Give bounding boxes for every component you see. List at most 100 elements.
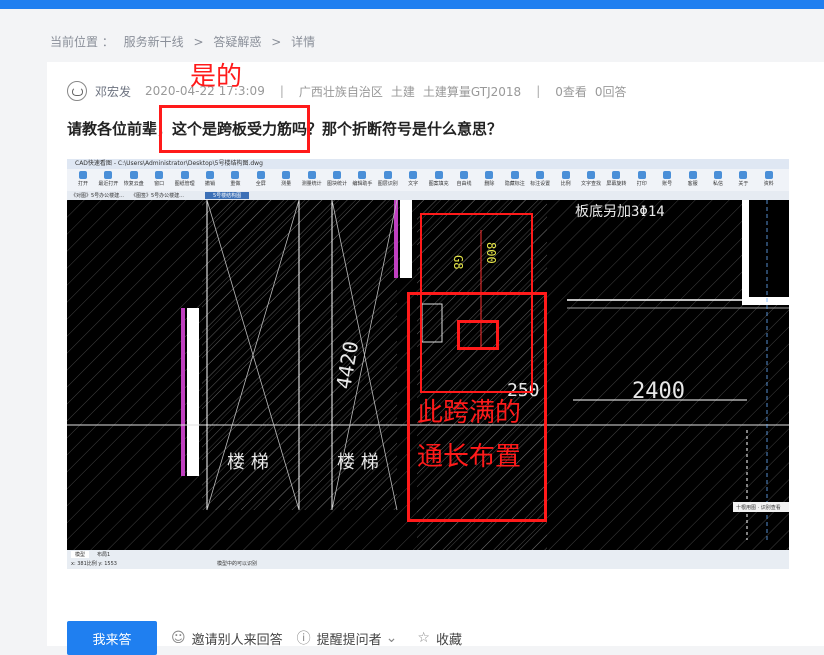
cad-toolbar-label: 全屏 bbox=[255, 181, 266, 187]
toolbar-icon bbox=[663, 171, 672, 179]
cad-toolbar-button[interactable]: 客服 bbox=[681, 171, 705, 187]
answer-button[interactable]: 我来答 bbox=[67, 621, 157, 655]
cad-toolbar-button[interactable]: 最近打开 bbox=[96, 171, 120, 187]
post-time: :09 bbox=[245, 84, 265, 98]
wall bbox=[181, 308, 185, 476]
cad-toolbar-label: 删除 bbox=[484, 181, 495, 187]
cad-toolbar-button[interactable]: 私信 bbox=[706, 171, 730, 187]
invite-action[interactable]: ☺ 邀请别人来回答 bbox=[171, 629, 283, 648]
cad-toolbar-button[interactable]: 删除 bbox=[477, 171, 501, 187]
cad-toolbar-label: 屏幕旋转 bbox=[606, 181, 627, 187]
chevron-down-icon: ⌄ bbox=[385, 630, 398, 646]
cad-toolbar-label: 客服 bbox=[687, 181, 698, 187]
cad-model-tab[interactable]: 模型 bbox=[71, 551, 90, 558]
toolbar-icon bbox=[536, 171, 545, 179]
toolbar-icon bbox=[409, 171, 418, 179]
cad-toolbar-button[interactable]: 资料 bbox=[757, 171, 781, 187]
cad-window-title: CAD快速看图 - C:\Users\Administrator\Desktop… bbox=[67, 159, 789, 169]
cad-toolbar-label: 隐藏标注 bbox=[504, 181, 525, 187]
post-meta: 邓宏发 2020-04-22 17:3:09 | 广西壮族自治区 土建 土建算量… bbox=[67, 81, 627, 101]
cad-toolbar-button[interactable]: 撤销 bbox=[198, 171, 222, 187]
invite-label: 邀请别人来回答 bbox=[191, 632, 283, 648]
breadcrumb-label: 当前位置 ： bbox=[50, 35, 114, 49]
view-count: 0查看 bbox=[555, 84, 587, 99]
cad-float-label: 十根用图 · 识别查看 bbox=[736, 504, 781, 511]
cad-layout-tab[interactable]: 布局1 bbox=[97, 551, 110, 558]
toolbar-icon bbox=[688, 171, 697, 179]
star-icon: ☆ bbox=[417, 630, 430, 646]
top-accent-bar bbox=[0, 0, 824, 9]
toolbar-icon bbox=[739, 171, 748, 179]
breadcrumb-item-service[interactable]: 服务新干线 bbox=[124, 35, 184, 49]
toolbar-icon bbox=[434, 171, 443, 179]
post-major: 土建 bbox=[390, 84, 415, 99]
cad-toolbar-label: 恢复云盘 bbox=[123, 181, 144, 187]
toolbar-icon bbox=[307, 171, 316, 179]
cad-toolbar-button[interactable]: 账号 bbox=[655, 171, 679, 187]
cad-toolbar-button[interactable]: 文字查找 bbox=[579, 171, 603, 187]
cad-tab-active[interactable]: 5号楼结构图 bbox=[205, 192, 250, 199]
cad-toolbar-label: 打印 bbox=[636, 181, 647, 187]
cad-statusbar: 模型 布局1 x: 381比例 y: 1553 模型中的可以识别 bbox=[67, 550, 789, 569]
cad-toolbar-button[interactable]: 图层识别 bbox=[376, 171, 400, 187]
cad-toolbar-label: 比例 bbox=[560, 181, 571, 187]
author-name[interactable]: 邓宏发 bbox=[95, 83, 131, 100]
toolbar-icon bbox=[79, 171, 87, 179]
breadcrumb-item-detail: 详情 bbox=[291, 35, 316, 49]
avatar[interactable] bbox=[67, 81, 87, 101]
cad-toolbar-label: 测量统计 bbox=[301, 181, 322, 187]
cad-toolbar-button[interactable]: 重做 bbox=[223, 171, 247, 187]
remind-label: 提醒提问者 bbox=[316, 632, 382, 648]
meta-divider: | bbox=[279, 84, 284, 98]
cad-toolbar-button[interactable]: 恢复云盘 bbox=[122, 171, 146, 187]
cad-toolbar-label: 打开 bbox=[77, 181, 88, 187]
question-card: 邓宏发 2020-04-22 17:3:09 | 广西壮族自治区 土建 土建算量… bbox=[47, 62, 824, 655]
toolbar-icon bbox=[637, 171, 646, 179]
cad-toolbar-label: 编辑助手 bbox=[352, 181, 373, 187]
cad-toolbar-label: 撤销 bbox=[204, 181, 215, 187]
cad-toolbar-button[interactable]: 隐藏标注 bbox=[503, 171, 527, 187]
toolbar-icon bbox=[333, 171, 341, 179]
cad-toolbar: 打开 最近打开 恢复云盘 窗口 图纸管理 撤销 重做 全屏 测量 测量统计 图块统计 编辑助手 图层识别… bbox=[67, 169, 789, 192]
cad-toolbar-button[interactable]: 标注设置 bbox=[528, 171, 552, 187]
cad-toolbar-label: 图层识别 bbox=[377, 181, 398, 187]
remind-action[interactable]: ⓘ 提醒提问者 ⌄ bbox=[297, 628, 404, 648]
cad-toolbar-button[interactable]: 图块统计 bbox=[325, 171, 349, 187]
cad-toolbar-button[interactable]: 测量 bbox=[274, 171, 298, 187]
user-icon: ☺ bbox=[171, 630, 186, 646]
collect-action[interactable]: ☆ 收藏 bbox=[417, 629, 462, 648]
cad-toolbar-button[interactable]: 全屏 bbox=[249, 171, 273, 187]
cad-toolbar-label: 关于 bbox=[738, 181, 749, 187]
cad-toolbar-button[interactable]: 测量统计 bbox=[300, 171, 324, 187]
toolbar-icon bbox=[206, 171, 214, 179]
cad-tabs: 《对图》5号办公楼建... 《图签》5号办公楼建... 5号楼结构图 bbox=[67, 191, 789, 200]
cad-toolbar-button[interactable]: 图案填充 bbox=[427, 171, 451, 187]
cad-toolbar-label: 资料 bbox=[763, 181, 774, 187]
answer-count: 0回答 bbox=[594, 84, 627, 99]
cad-toolbar-button[interactable]: 编辑助手 bbox=[350, 171, 374, 187]
cad-toolbar-button[interactable]: 比例 bbox=[554, 171, 578, 187]
cad-toolbar-button[interactable]: 图纸管理 bbox=[173, 171, 197, 187]
cad-toolbar-button[interactable]: 窗口 bbox=[147, 171, 171, 187]
cad-toolbar-label: 文字 bbox=[408, 181, 419, 187]
cad-tab[interactable]: 《对图》5号办公楼建... bbox=[71, 192, 124, 199]
action-bar: 我来答 ☺ 邀请别人来回答 ⓘ 提醒提问者 ⌄ ☆ 收藏 bbox=[67, 621, 462, 655]
cad-toolbar-label: 标注设置 bbox=[530, 181, 551, 187]
cad-toolbar-button[interactable]: 自由线 bbox=[452, 171, 476, 187]
cad-text-stair-left: 楼 梯 bbox=[227, 452, 269, 473]
wall bbox=[187, 308, 199, 476]
cad-toolbar-button[interactable]: 打开 bbox=[71, 171, 95, 187]
cad-toolbar-label: 账号 bbox=[662, 181, 673, 187]
cad-toolbar-button[interactable]: 文字 bbox=[401, 171, 425, 187]
toolbar-icon bbox=[561, 171, 570, 179]
breadcrumb-separator: > bbox=[271, 35, 282, 49]
toolbar-icon bbox=[155, 171, 164, 179]
cad-toolbar-button[interactable]: 屏幕旋转 bbox=[604, 171, 628, 187]
cad-toolbar-button[interactable]: 打印 bbox=[630, 171, 654, 187]
cad-text-stair-right: 楼 梯 bbox=[337, 452, 379, 473]
breadcrumb-item-qa[interactable]: 答疑解惑 bbox=[213, 35, 261, 49]
toolbar-icon bbox=[612, 171, 621, 179]
cad-toolbar-button[interactable]: 关于 bbox=[731, 171, 755, 187]
cad-tab[interactable]: 《图签》5号办公楼建... bbox=[131, 192, 184, 199]
breadcrumb: 当前位置 ： 服务新干线 > 答疑解惑 > 详情 bbox=[50, 33, 321, 50]
